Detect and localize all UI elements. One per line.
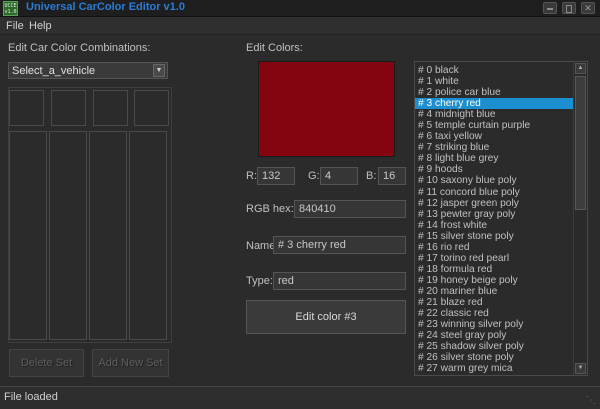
color-preview	[258, 61, 395, 157]
edit-color-button[interactable]: Edit color #3	[246, 300, 406, 334]
color-list-item[interactable]: # 3 cherry red	[415, 98, 573, 110]
left-panel-heading: Edit Car Color Combinations:	[8, 42, 151, 54]
color-list-item[interactable]: # 26 silver stone poly	[415, 352, 573, 363]
status-bar: File loaded ⋱	[0, 386, 600, 409]
b-label: B:	[366, 170, 377, 182]
g-input[interactable]: 4	[320, 167, 358, 185]
set-column-1[interactable]	[9, 131, 47, 340]
color-list-item[interactable]: # 14 frost white	[415, 220, 573, 231]
delete-set-button[interactable]: Delete Set	[9, 349, 84, 377]
r-label: R:	[246, 170, 257, 182]
color-list-item[interactable]: # 23 winning silver poly	[415, 319, 573, 330]
close-icon[interactable]	[581, 2, 595, 14]
type-label: Type:	[246, 275, 273, 287]
color-list-item[interactable]: # 24 steel gray poly	[415, 330, 573, 341]
hex-input[interactable]: 840410	[294, 200, 406, 218]
scroll-thumb[interactable]	[575, 76, 586, 210]
color-list-item[interactable]: # 12 jasper green poly	[415, 198, 573, 209]
color-list-item[interactable]: # 5 temple curtain purple	[415, 120, 573, 131]
name-input[interactable]: # 3 cherry red	[273, 236, 406, 254]
color-list-item[interactable]: # 19 honey beige poly	[415, 275, 573, 286]
color-list-item[interactable]: # 27 warm grey mica	[415, 363, 573, 374]
add-new-set-button[interactable]: Add New Set	[92, 349, 169, 377]
minimize-icon[interactable]	[543, 2, 557, 14]
color-list[interactable]: # 0 black # 1 white # 2 police car blue # 3…	[414, 61, 588, 376]
hex-label: RGB hex:	[246, 203, 294, 215]
color-list-item[interactable]: # 0 black	[415, 65, 573, 76]
r-input[interactable]: 132	[257, 167, 295, 185]
type-input[interactable]: red	[273, 272, 406, 290]
b-input[interactable]: 16	[378, 167, 406, 185]
vehicle-select[interactable]: Select_a_vehicle ▼	[8, 62, 168, 79]
menu-help[interactable]: Help	[29, 20, 52, 32]
color-list-item[interactable]: # 21 blaze red	[415, 297, 573, 308]
editor-heading: Edit Colors:	[246, 42, 303, 54]
color-list-item[interactable]: # 4 midnight blue	[415, 109, 573, 120]
vehicle-select-value: Select_a_vehicle	[12, 65, 96, 77]
color-list-scrollbar[interactable]: ▲ ▼	[573, 62, 587, 375]
set-column-4[interactable]	[129, 131, 167, 340]
color-list-item[interactable]: # 6 taxi yellow	[415, 131, 573, 142]
menu-bar: File Help	[0, 17, 600, 35]
color-list-item[interactable]: # 18 formula red	[415, 264, 573, 275]
status-text: File loaded	[4, 391, 58, 403]
g-label: G:	[308, 170, 320, 182]
scroll-down-icon[interactable]: ▼	[575, 363, 586, 374]
color-list-item[interactable]: # 22 classic red	[415, 308, 573, 319]
app-icon: UCCE v1.0	[3, 1, 18, 16]
color-list-item[interactable]: # 25 shadow silver poly	[415, 341, 573, 352]
scroll-up-icon[interactable]: ▲	[575, 63, 586, 74]
color-list-item[interactable]: # 16 rio red	[415, 242, 573, 253]
color-list-item[interactable]: # 20 mariner blue	[415, 286, 573, 297]
set-swatch-3[interactable]	[93, 90, 128, 126]
set-swatch-1[interactable]	[9, 90, 44, 126]
color-list-item[interactable]: # 13 pewter gray poly	[415, 209, 573, 220]
resize-grip-icon[interactable]: ⋱	[586, 395, 598, 407]
maximize-icon[interactable]	[562, 2, 576, 14]
color-list-item[interactable]: # 2 police car blue	[415, 87, 573, 98]
set-swatch-4[interactable]	[134, 90, 169, 126]
color-list-items: # 0 black # 1 white # 2 police car blue # 3…	[415, 65, 573, 374]
menu-file[interactable]: File	[6, 20, 24, 32]
color-list-item[interactable]: # 7 striking blue	[415, 142, 573, 153]
color-list-item[interactable]: # 8 light blue grey	[415, 153, 573, 164]
window-title: Universal CarColor Editor v1.0	[26, 1, 185, 13]
color-list-item[interactable]: # 1 white	[415, 76, 573, 87]
color-list-item[interactable]: # 11 concord blue poly	[415, 187, 573, 198]
set-column-3[interactable]	[89, 131, 127, 340]
chevron-down-icon[interactable]: ▼	[153, 64, 165, 77]
title-bar: UCCE v1.0 Universal CarColor Editor v1.0	[0, 0, 600, 17]
set-swatch-2[interactable]	[51, 90, 86, 126]
color-list-item[interactable]: # 17 torino red pearl	[415, 253, 573, 264]
set-column-2[interactable]	[49, 131, 87, 340]
color-list-item[interactable]: # 15 silver stone poly	[415, 231, 573, 242]
color-list-item[interactable]: # 9 hoods	[415, 164, 573, 175]
color-list-item[interactable]: # 10 saxony blue poly	[415, 175, 573, 186]
